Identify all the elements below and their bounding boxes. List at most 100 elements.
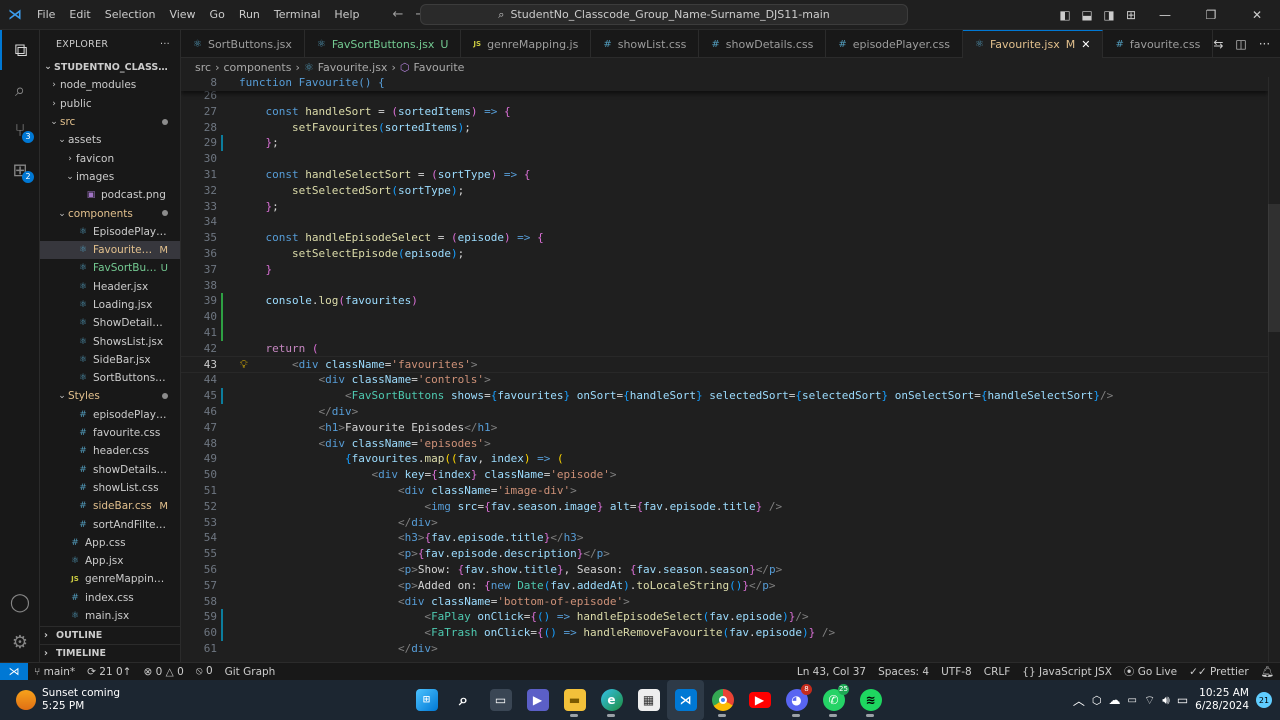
tree-item[interactable]: ⚛ EpisodePlayer.jsx <box>40 223 180 241</box>
explorer-icon[interactable]: ⧉ <box>0 30 40 70</box>
code-line[interactable]: 48 <div className='episodes'> <box>181 436 1268 452</box>
code-line[interactable]: 31 const handleSelectSort = (sortType) =… <box>181 167 1268 183</box>
notification-count[interactable]: 21 <box>1256 692 1272 708</box>
code-line[interactable]: 28 setFavourites(sortedItems); <box>181 120 1268 136</box>
customize-layout-icon[interactable]: ⊞ <box>1120 8 1142 22</box>
whatsapp-button[interactable]: ✆ 25 <box>815 680 852 720</box>
code-line[interactable]: 47 <h1>Favourite Episodes</h1> <box>181 420 1268 436</box>
youtube-button[interactable]: ▶ <box>741 680 778 720</box>
tree-item[interactable]: ⌄ images <box>40 168 180 186</box>
tree-item[interactable]: › favicon <box>40 149 180 167</box>
task-view-button[interactable]: ▭ <box>482 680 519 720</box>
more-actions-icon[interactable]: ··· <box>1259 37 1270 51</box>
code-line[interactable]: 43 💡︎ <div className='favourites'> <box>181 355 1268 374</box>
start-button[interactable]: ⊞ <box>408 680 445 720</box>
tree-item[interactable]: ⚛ main.jsx <box>40 607 180 625</box>
code-line[interactable]: 44 <div className='controls'> <box>181 372 1268 388</box>
wifi-icon[interactable]: ⌔ <box>1144 693 1155 708</box>
code-line[interactable]: 61 </div> <box>181 641 1268 657</box>
encoding-status[interactable]: UTF-8 <box>935 666 978 678</box>
tree-item[interactable]: # sideBar.css M <box>40 497 180 515</box>
code-line[interactable]: 41 <box>181 325 1268 341</box>
tree-item[interactable]: ⚛ Favourite.jsx M <box>40 240 180 260</box>
code-line[interactable]: 34 <box>181 214 1268 230</box>
sync-status[interactable]: ⟳ 21 0↑ <box>81 666 137 678</box>
git-graph-button[interactable]: Git Graph <box>219 666 282 678</box>
code-line[interactable]: 32 setSelectedSort(sortType); <box>181 183 1268 199</box>
clock[interactable]: 10:25 AM 6/28/2024 <box>1195 687 1249 713</box>
menu-run[interactable]: Run <box>232 0 267 30</box>
code-line[interactable]: 59 <FaPlay onClick={() => handleEpisodeS… <box>181 609 1268 626</box>
tree-item[interactable]: ▣ podcast.png <box>40 186 180 204</box>
edge-button[interactable]: e <box>593 680 630 720</box>
outline-section[interactable]: › OUTLINE <box>40 626 180 644</box>
minimize-button[interactable]: — <box>1142 8 1188 22</box>
breadcrumb-item[interactable]: Favourite.jsx <box>318 61 388 74</box>
tree-item[interactable]: › node_modules <box>40 76 180 94</box>
spotify-button[interactable]: ≋ <box>852 680 889 720</box>
security-icon[interactable]: ⬡ <box>1092 694 1102 707</box>
compare-changes-icon[interactable]: ⇆ <box>1213 37 1223 51</box>
tree-item[interactable]: ⚛ ShowDetails.jsx <box>40 314 180 332</box>
tree-item[interactable]: ⚛ App.jsx <box>40 552 180 570</box>
tree-item[interactable]: # episodePlayer.css <box>40 406 180 424</box>
source-control-icon[interactable]: ⑂ 3 <box>0 110 40 150</box>
breadcrumb-item[interactable]: src <box>195 61 211 74</box>
eol-status[interactable]: CRLF <box>978 666 1017 678</box>
code-line[interactable]: 30 <box>181 151 1268 167</box>
tab-showdetails-css[interactable]: # showDetails.css <box>699 30 827 58</box>
tree-item[interactable]: ⌄ Styles <box>40 387 180 405</box>
code-line[interactable]: 51 <div className='image-div'> <box>181 483 1268 499</box>
weather-widget[interactable]: Sunset coming 5:25 PM <box>0 687 220 713</box>
onedrive-cloud-icon[interactable]: ☁ <box>1109 693 1121 707</box>
code-line[interactable]: 54 <h3>{fav.episode.title}</h3> <box>181 530 1268 546</box>
scrollbar-thumb[interactable] <box>1268 204 1280 332</box>
tree-item[interactable]: # favourite.css <box>40 424 180 442</box>
tree-item[interactable]: JS genreMapping.js <box>40 570 180 588</box>
taskbar-search-button[interactable]: ⌕ <box>445 680 482 720</box>
menu-edit[interactable]: Edit <box>62 0 97 30</box>
code-line[interactable]: 38 <box>181 278 1268 294</box>
chrome-button[interactable] <box>704 680 741 720</box>
menu-go[interactable]: Go <box>203 0 232 30</box>
tree-item[interactable]: ⌄ components <box>40 204 180 222</box>
breadcrumb-item[interactable]: components <box>223 61 291 74</box>
indentation-status[interactable]: Spaces: 4 <box>872 666 935 678</box>
menu-view[interactable]: View <box>162 0 202 30</box>
sticky-scroll-line[interactable]: 8 function Favourite() { <box>181 77 1268 91</box>
network-icon[interactable]: ▭ <box>1128 695 1137 706</box>
code-line[interactable]: 49 {favourites.map((fav, index) => ( <box>181 451 1268 467</box>
explorer-root-folder[interactable]: ⌄ STUDENTNO_CLASSCODE ... <box>40 58 180 76</box>
menu-terminal[interactable]: Terminal <box>267 0 328 30</box>
tree-item[interactable]: ⚛ ShowsList.jsx <box>40 332 180 350</box>
code-line[interactable]: 50 <div key={index} className='episode'> <box>181 467 1268 483</box>
go-live-button[interactable]: ⦿ Go Live <box>1118 664 1183 679</box>
tree-item[interactable]: ⚛ Loading.jsx <box>40 296 180 314</box>
discord-button[interactable]: ◕ 8 <box>778 680 815 720</box>
vscode-logo-icon[interactable]: ⋊ <box>0 0 30 30</box>
timeline-section[interactable]: › TIMELINE <box>40 644 180 662</box>
toggle-primary-sidebar-icon[interactable]: ◧ <box>1054 8 1076 22</box>
tree-item[interactable]: # index.css <box>40 589 180 607</box>
tree-item[interactable]: # showList.css <box>40 479 180 497</box>
code-line[interactable]: 42 return ( <box>181 341 1268 357</box>
breadcrumb-item[interactable]: Favourite <box>413 61 464 74</box>
account-icon[interactable]: ◯ <box>0 582 40 622</box>
code-editor[interactable]: 8 function Favourite() { 26 27 const hand… <box>181 77 1268 662</box>
code-line[interactable]: 33 }; <box>181 199 1268 215</box>
language-mode[interactable]: {} JavaScript JSX <box>1016 666 1118 678</box>
toggle-panel-icon[interactable]: ⬓ <box>1076 8 1098 22</box>
tree-item[interactable]: ⚛ SideBar.jsx <box>40 351 180 369</box>
remote-indicator-icon[interactable]: ⋊ <box>0 662 28 681</box>
extensions-icon[interactable]: ⊞ 2 <box>0 150 40 190</box>
editor-scrollbar[interactable] <box>1268 77 1280 662</box>
ports-status[interactable]: ⦸ 0 <box>190 665 219 678</box>
command-center-search[interactable]: ⌕ StudentNo_Classcode_Group_Name-Surname… <box>420 4 908 25</box>
code-line[interactable]: 29 }; <box>181 135 1268 152</box>
tree-item[interactable]: # header.css <box>40 442 180 460</box>
code-line[interactable]: 52 <img src={fav.season.image} alt={fav.… <box>181 499 1268 515</box>
tray-overflow-chevron-icon[interactable]: ︿ <box>1073 692 1085 709</box>
code-line[interactable]: 36 setSelectEpisode(episode); <box>181 246 1268 262</box>
code-line[interactable]: 55 <p>{fav.episode.description}</p> <box>181 546 1268 562</box>
settings-gear-icon[interactable]: ⚙ <box>0 622 40 662</box>
